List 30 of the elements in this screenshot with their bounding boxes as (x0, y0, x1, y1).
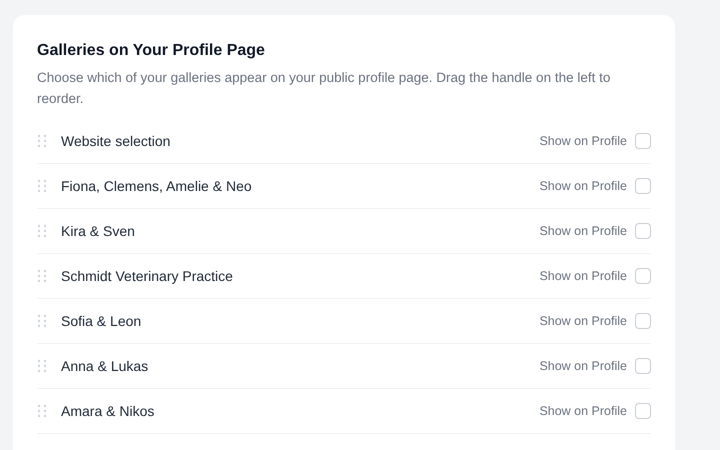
gallery-name: Amara & Nikos (61, 403, 156, 419)
show-on-profile-checkbox[interactable] (635, 133, 651, 149)
gallery-name: Website selection (61, 133, 172, 149)
show-on-profile-label: Show on Profile (539, 314, 627, 328)
show-on-profile-checkbox[interactable] (635, 313, 651, 329)
show-on-profile-checkbox[interactable] (635, 268, 651, 284)
show-on-profile-label: Show on Profile (539, 179, 627, 193)
show-on-profile-label: Show on Profile (539, 224, 627, 238)
drag-handle-icon[interactable] (37, 269, 47, 283)
show-on-profile-checkbox[interactable] (635, 358, 651, 374)
section-title: Galleries on Your Profile Page (37, 41, 266, 61)
gallery-name: Fiona, Clemens, Amelie & Neo (61, 178, 253, 194)
gallery-name: Anna & Lukas (61, 358, 150, 374)
show-on-profile-checkbox[interactable] (635, 223, 651, 239)
drag-handle-icon[interactable] (37, 314, 47, 328)
show-on-profile-checkbox[interactable] (635, 178, 651, 194)
drag-handle-icon[interactable] (37, 134, 47, 148)
show-on-profile-label: Show on Profile (539, 134, 627, 148)
show-on-profile-label: Show on Profile (539, 404, 627, 418)
drag-handle-icon[interactable] (37, 404, 47, 418)
gallery-name: Schmidt Veterinary Practice (61, 268, 234, 284)
drag-handle-icon[interactable] (37, 359, 47, 373)
gallery-name: Sofia & Leon (61, 313, 142, 329)
show-on-profile-label: Show on Profile (539, 269, 627, 283)
show-on-profile-label: Show on Profile (539, 359, 627, 373)
section-description: Choose which of your galleries appear on your public profile page. Drag the handle on the left to reorder. (37, 69, 612, 108)
gallery-name: Kira & Sven (61, 223, 136, 239)
show-on-profile-checkbox[interactable] (635, 403, 651, 419)
drag-handle-icon[interactable] (37, 224, 47, 238)
drag-handle-icon[interactable] (37, 179, 47, 193)
